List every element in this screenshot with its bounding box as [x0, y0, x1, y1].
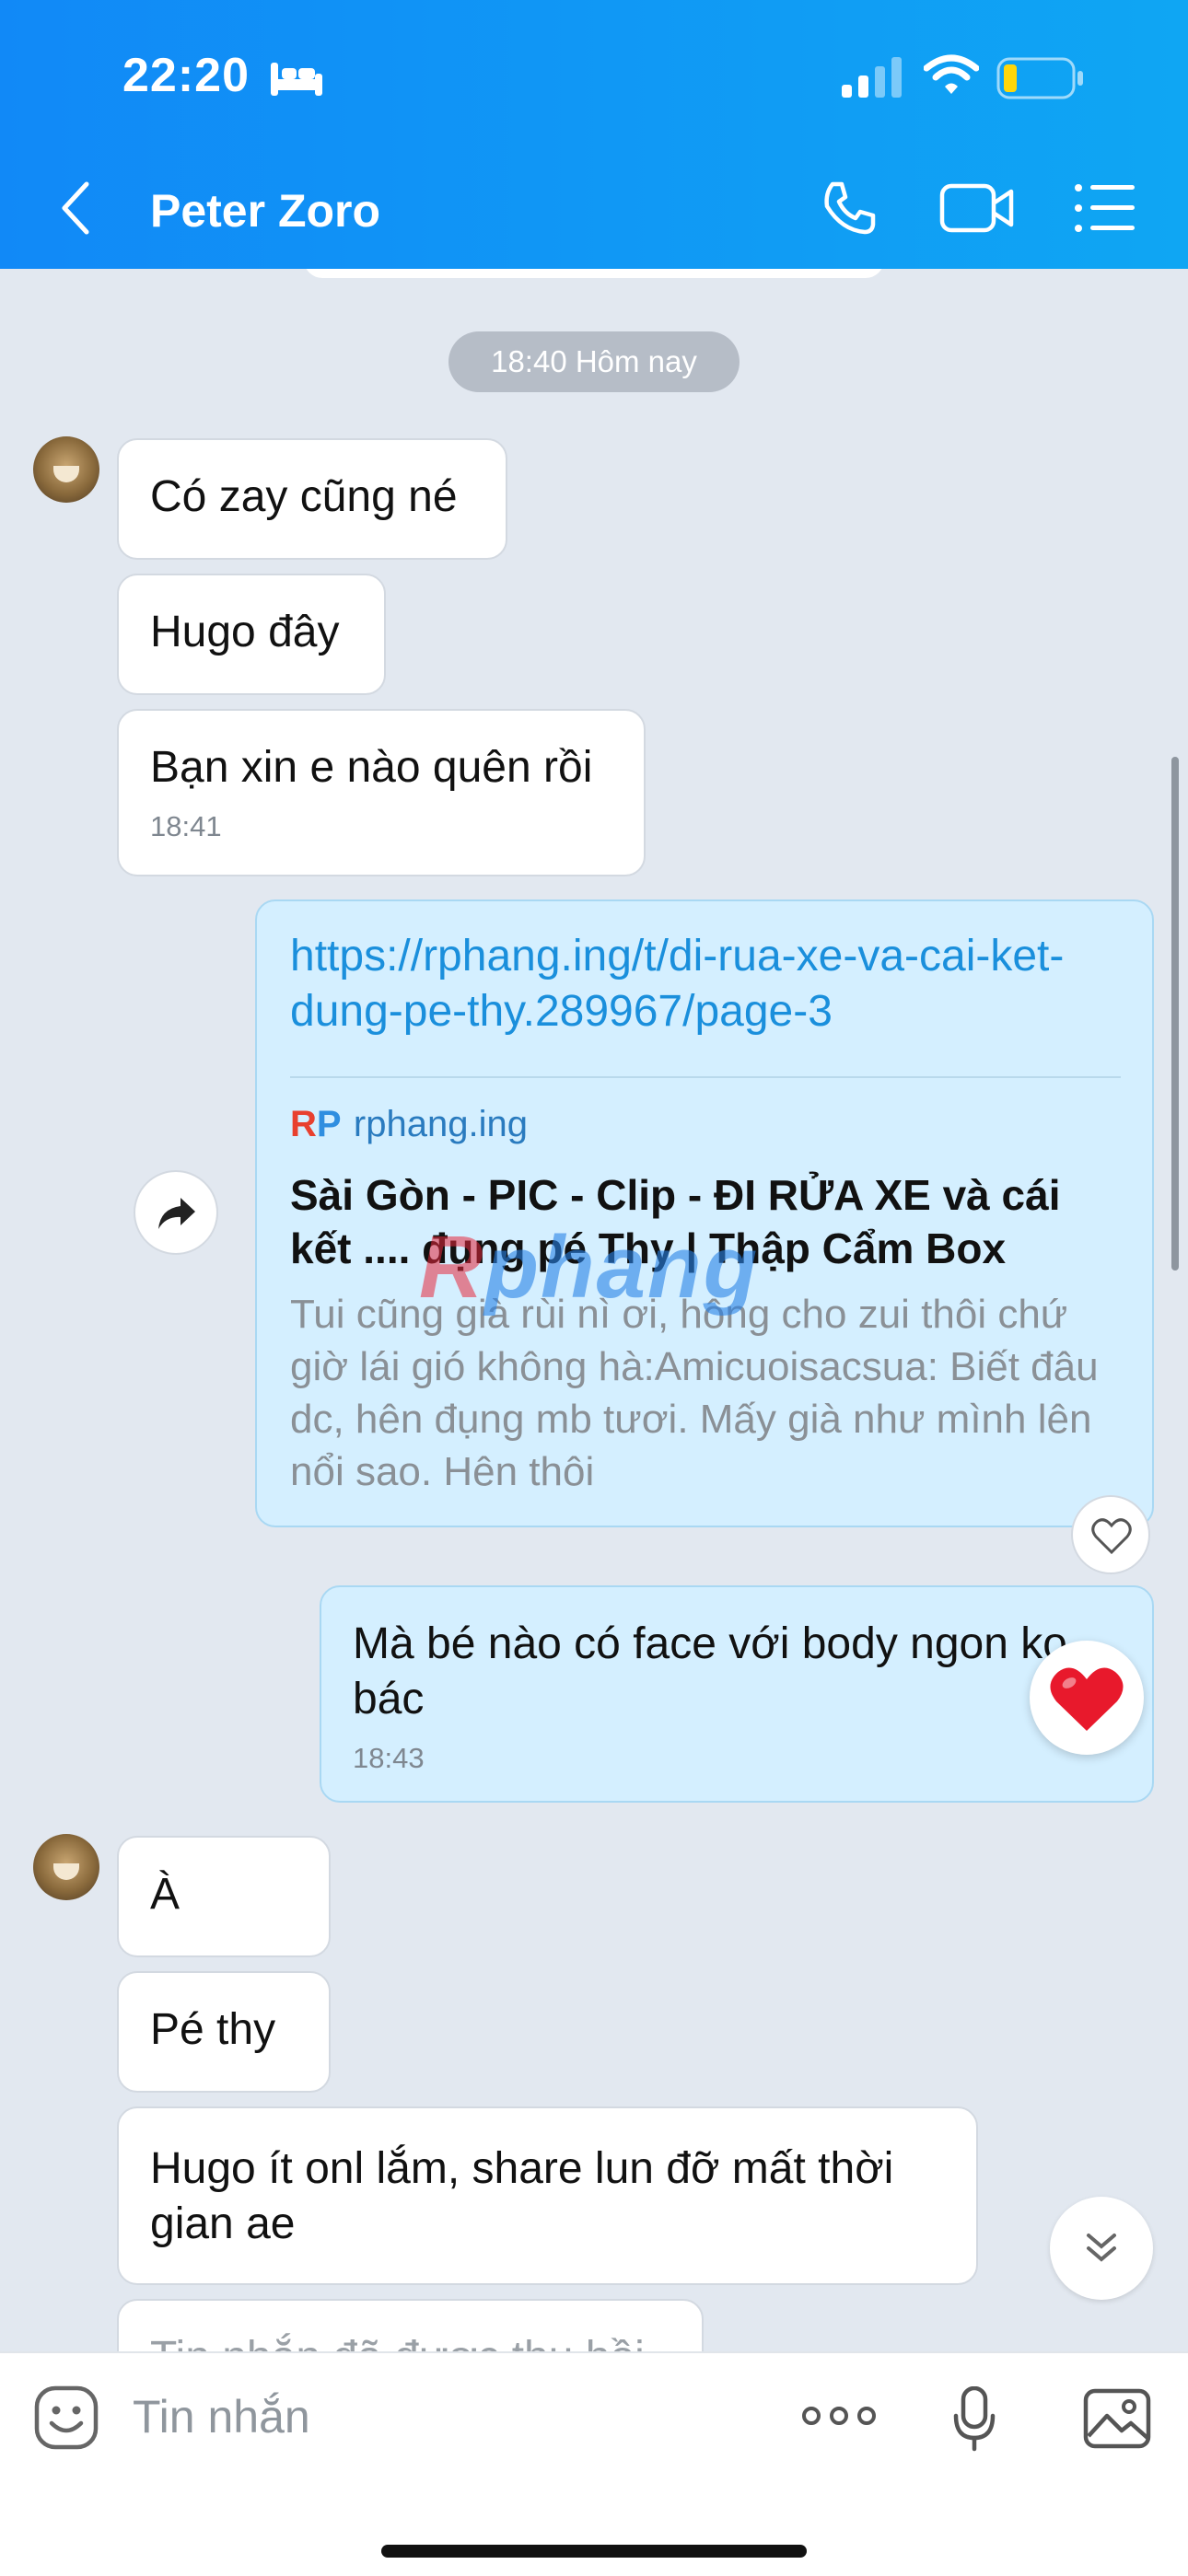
share-button[interactable]	[134, 1170, 218, 1255]
battery-icon	[996, 57, 1085, 104]
chevrons-down-icon	[1083, 2230, 1120, 2271]
message-text: Mà bé nào có face với body ngon ko bác	[353, 1619, 1067, 1723]
reaction-badge[interactable]	[1030, 1641, 1144, 1755]
message-text: Hugo ít onl lắm, share lun đỡ mất thời g…	[150, 2144, 894, 2248]
received-message[interactable]: Bạn xin e nào quên rồi 18:41	[117, 709, 646, 876]
scroll-to-bottom-button[interactable]	[1050, 2197, 1153, 2300]
heart-outline-icon	[1091, 1517, 1132, 1559]
like-button[interactable]	[1071, 1495, 1150, 1574]
composer	[0, 2351, 1188, 2576]
heart-reaction-icon	[1049, 1665, 1124, 1737]
video-call-icon[interactable]	[939, 180, 1015, 240]
message-text: À	[150, 1870, 181, 1919]
received-message[interactable]: Hugo ít onl lắm, share lun đỡ mất thời g…	[117, 2106, 978, 2285]
divider	[290, 1076, 1121, 1078]
mic-icon[interactable]	[952, 2385, 996, 2457]
home-indicator	[381, 2545, 807, 2558]
status-time: 22:20	[122, 49, 250, 102]
emoji-icon[interactable]	[33, 2385, 99, 2455]
message-input[interactable]	[131, 2379, 761, 2454]
message-text: Bạn xin e nào quên rồi	[150, 743, 593, 792]
link-domain: rphang.ing	[353, 1104, 528, 1144]
message-time: 18:43	[353, 1742, 425, 1774]
received-message[interactable]: À	[117, 1836, 331, 1957]
back-icon[interactable]	[57, 180, 94, 240]
message-text: Pé thy	[150, 2005, 276, 2054]
menu-icon[interactable]	[1074, 182, 1136, 238]
conversation-title: Peter Zoro	[150, 185, 381, 237]
scrollbar[interactable]	[1171, 757, 1179, 1271]
signal-icon	[842, 57, 904, 102]
received-message[interactable]: Pé thy	[117, 1971, 331, 2093]
previous-message-bubble	[304, 269, 884, 278]
bed-icon	[269, 61, 324, 102]
chat-area[interactable]: 18:40 Hôm nay Có zay cũng né Hugo đây Bạ…	[0, 269, 1188, 2351]
share-icon	[157, 1196, 197, 1236]
wifi-icon	[923, 53, 980, 100]
image-icon[interactable]	[1083, 2388, 1151, 2454]
avatar[interactable]	[33, 436, 99, 503]
message-text: Tin nhắn đã được thu hồi	[150, 2333, 645, 2351]
avatar[interactable]	[33, 1834, 99, 1900]
received-message[interactable]: Hugo đây	[117, 574, 386, 695]
link-description: Tui cũng già rùi nì ơi, hông cho zui thô…	[290, 1292, 1099, 1494]
link-url[interactable]: https://rphang.ing/t/di-rua-xe-va-cai-ke…	[290, 929, 1121, 1039]
recalled-message[interactable]: Tin nhắn đã được thu hồi	[117, 2299, 704, 2351]
message-text: Hugo đây	[150, 608, 340, 656]
received-message[interactable]: Có zay cũng né	[117, 438, 507, 560]
watermark: Rphang	[419, 1218, 760, 1317]
message-time: 18:41	[150, 810, 222, 842]
message-text: Có zay cũng né	[150, 472, 458, 521]
header: 22:20 Peter Zoro	[0, 0, 1188, 269]
site-logo: RP	[290, 1104, 342, 1144]
date-separator: 18:40 Hôm nay	[448, 331, 740, 392]
link-preview-card[interactable]: https://rphang.ing/t/di-rua-xe-va-cai-ke…	[255, 899, 1154, 1527]
more-icon[interactable]	[801, 2405, 877, 2431]
phone-icon[interactable]	[820, 179, 879, 242]
